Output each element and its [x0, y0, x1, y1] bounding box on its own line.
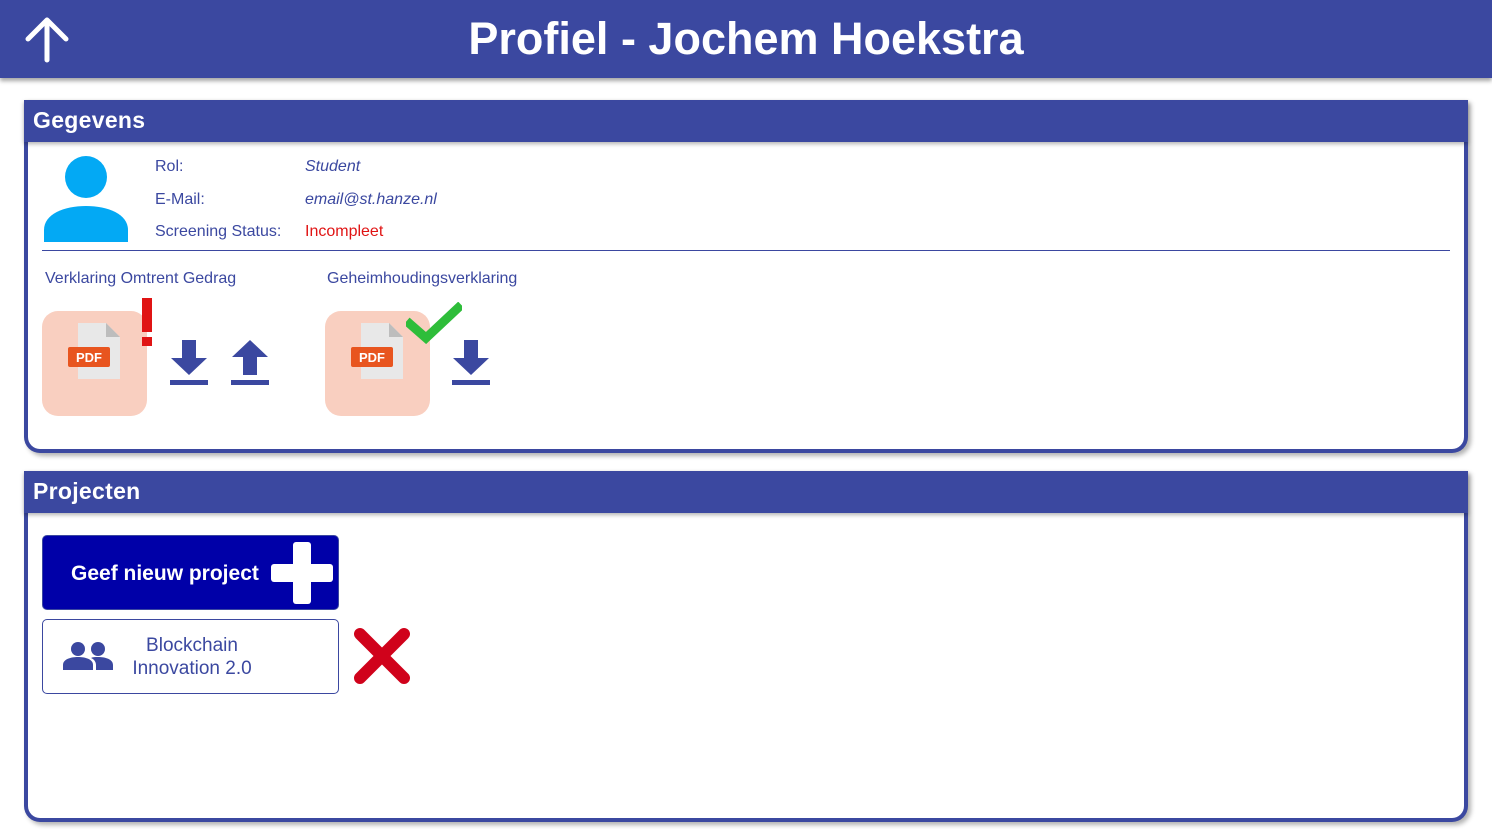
gegevens-panel: Gegevens Rol: Student E-Mail: email@st.h…: [24, 100, 1468, 453]
projecten-title: Projecten: [33, 478, 141, 504]
new-project-button[interactable]: Geef nieuw project: [42, 535, 339, 610]
vog-label: Verklaring Omtrent Gedrag: [45, 270, 237, 287]
gegevens-title: Gegevens: [33, 107, 146, 133]
email-value: email@st.hanze.nl: [305, 191, 437, 208]
group-icon: [63, 642, 113, 670]
new-project-label: Geef nieuw project: [71, 562, 259, 585]
plus-icon: [271, 542, 333, 604]
pdf-file-icon: PDF: [351, 323, 403, 379]
pdf-badge-text: PDF: [359, 350, 385, 365]
project-name: Blockchain Innovation 2.0: [132, 635, 252, 679]
page-title: Profiel - Jochem Hoekstra: [468, 13, 1024, 64]
project-card[interactable]: Blockchain Innovation 2.0: [42, 619, 339, 694]
role-label: Rol:: [155, 158, 184, 175]
geheimhouding-label: Geheimhoudingsverklaring: [327, 270, 518, 287]
email-label: E-Mail:: [155, 191, 205, 208]
geheimhouding-download-icon[interactable]: [451, 338, 491, 386]
vog-upload-icon[interactable]: [230, 338, 270, 386]
vog-download-icon[interactable]: [169, 338, 209, 386]
role-value: Student: [305, 158, 361, 175]
screening-status-label: Screening Status:: [155, 223, 282, 240]
vog-pdf-tile[interactable]: PDF: [42, 311, 147, 416]
remove-x-icon[interactable]: [354, 628, 410, 684]
person-icon: [44, 156, 128, 242]
projecten-panel: Projecten Geef nieuw project Blockchain …: [24, 471, 1468, 822]
gegevens-panel-header: Gegevens: [24, 100, 1468, 142]
pdf-badge-text: PDF: [76, 350, 102, 365]
top-bar: Profiel - Jochem Hoekstra: [0, 0, 1492, 78]
pdf-file-icon: PDF: [68, 323, 120, 379]
exclamation-icon: [142, 298, 152, 346]
screening-status-value: Incompleet: [305, 223, 384, 240]
projecten-panel-header: Projecten: [24, 471, 1468, 513]
divider: [42, 250, 1450, 251]
